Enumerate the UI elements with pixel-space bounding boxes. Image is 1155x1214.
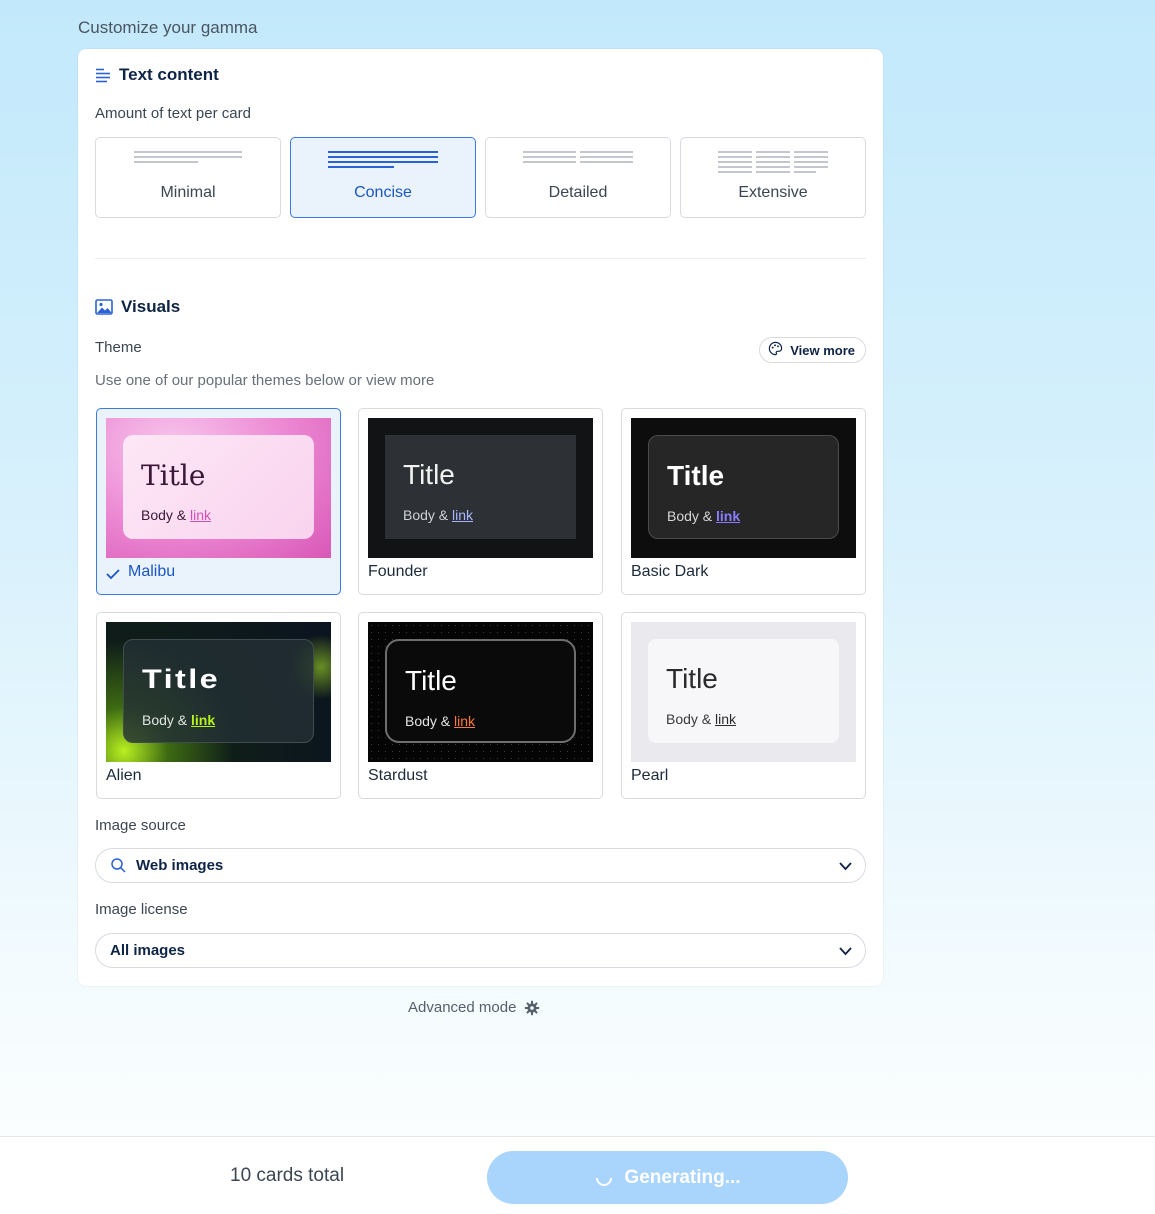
cards-total: 10 cards total [230,1165,345,1186]
amount-option-detailed[interactable]: Detailed [485,137,671,218]
image-license-value: All images [110,942,186,959]
text-content-title: Text content [119,65,219,84]
chevron-down-icon [838,859,853,877]
theme-preview: Title Body & link [631,418,856,558]
theme-preview: Title Body & link [368,622,593,762]
minimal-preview-icon [96,151,280,163]
checkmark-icon [106,567,120,585]
theme-label: Theme [95,339,142,356]
image-source-label: Image source [95,817,186,834]
customize-panel: Text content Amount of text per card Min… [78,49,883,986]
theme-card-founder[interactable]: Title Body & link Founder [358,408,603,595]
image-source-value: Web images [136,857,224,874]
chevron-down-icon [838,944,853,962]
search-icon [110,857,127,874]
detailed-preview-icon [486,151,670,163]
theme-name: Alien [106,767,142,784]
advanced-mode-toggle[interactable]: Advanced mode [408,999,540,1016]
page-heading: Customize your gamma [78,18,258,37]
theme-name: Basic Dark [631,563,709,580]
theme-preview: Title Body & link [368,418,593,558]
theme-card-alien[interactable]: Title Body & link Alien [96,612,341,799]
image-license-select[interactable]: All images [95,933,866,968]
theme-card-basic-dark[interactable]: Title Body & link Basic Dark [621,408,866,595]
theme-preview: Title Body & link [106,418,331,558]
theme-name: Founder [368,563,428,580]
palette-icon [768,341,783,359]
visuals-title: Visuals [121,297,181,316]
generate-button[interactable]: Generating... [487,1151,848,1204]
extensive-preview-icon [681,151,865,173]
amount-label: Amount of text per card [95,105,251,122]
footer-bar: 10 cards total Generating... [0,1136,1155,1214]
theme-preview: Title Body & link [106,622,331,762]
theme-hint: Use one of our popular themes below or v… [95,372,435,389]
amount-option-minimal[interactable]: Minimal [95,137,281,218]
view-more-label: View more [790,342,855,358]
image-source-select[interactable]: Web images [95,848,866,883]
theme-card-malibu[interactable]: Title Body & link Malibu [96,408,341,595]
theme-preview: Title Body & link [631,622,856,762]
image-icon [95,299,113,315]
amount-option-extensive[interactable]: Extensive [680,137,866,218]
theme-name: Stardust [368,767,428,784]
view-more-button[interactable]: View more [759,337,866,363]
generate-label: Generating... [624,1166,741,1188]
theme-card-stardust[interactable]: Title Body & link Stardust [358,612,603,799]
advanced-mode-label: Advanced mode [408,999,517,1016]
section-divider [95,258,866,259]
theme-card-pearl[interactable]: Title Body & link Pearl [621,612,866,799]
concise-preview-icon [291,151,475,168]
text-content-heading: Text content [95,65,219,85]
theme-name: Pearl [631,767,669,784]
theme-name: Malibu [128,563,176,580]
amount-option-concise[interactable]: Concise [290,137,476,218]
image-license-label: Image license [95,901,188,918]
visuals-heading: Visuals [95,297,180,317]
text-lines-icon [95,67,111,83]
gear-icon [524,1000,540,1016]
spinner-icon [594,1168,614,1188]
